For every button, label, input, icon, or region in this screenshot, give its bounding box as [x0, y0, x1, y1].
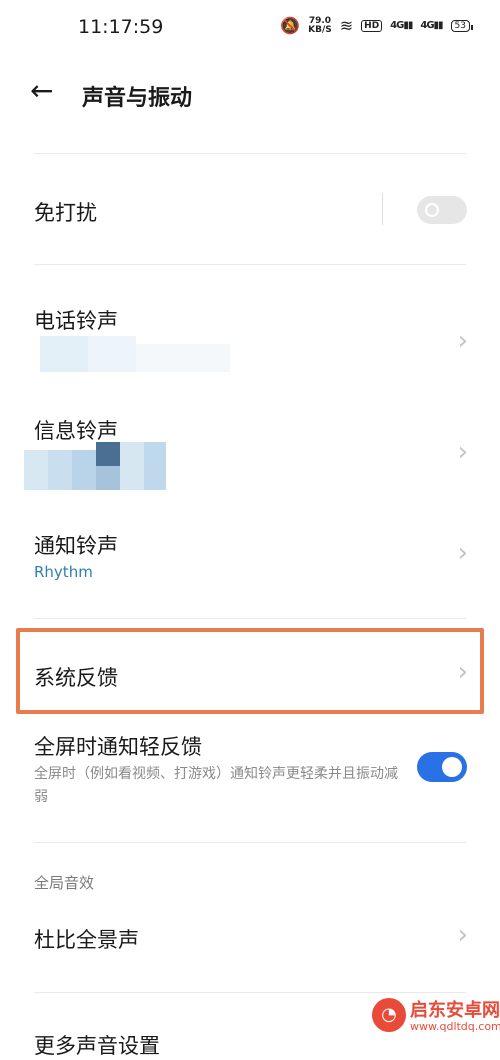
- sim2-label: 4G: [420, 20, 434, 31]
- blurred-value: [40, 336, 230, 376]
- battery-level: 53: [454, 20, 466, 31]
- watermark: ◔ 启东安卓网 www.qdltdq.com: [370, 996, 500, 1042]
- divider: [34, 153, 466, 154]
- toggle-knob: [442, 757, 462, 777]
- blurred-value: [24, 442, 166, 490]
- wifi-icon: ≋: [339, 16, 354, 35]
- chevron-right-icon: ›: [457, 437, 468, 467]
- network-speed: 79.0 KB/S: [308, 16, 332, 35]
- section-label-global-sound: 全局音效: [34, 874, 95, 892]
- divider: [34, 264, 466, 265]
- divider: [34, 842, 466, 843]
- divider: [34, 618, 466, 619]
- chevron-right-icon: ›: [457, 326, 468, 356]
- dnd-toggle[interactable]: [417, 196, 467, 224]
- page-title: 声音与振动: [82, 86, 193, 111]
- vertical-divider: [382, 193, 383, 225]
- status-bar: 11:17:59 🔕 79.0 KB/S ≋ HD 4G▮▮ 4G▮▮ 53: [0, 0, 500, 60]
- toggle-knob: [425, 203, 439, 217]
- notification-ringtone-title: 通知铃声: [34, 534, 118, 558]
- battery-icon: 53: [450, 19, 474, 32]
- signal-sim1-icon: 4G▮▮: [390, 20, 413, 31]
- bell-muted-icon: 🔕: [280, 16, 301, 35]
- dolby-title: 杜比全景声: [34, 928, 139, 952]
- message-ringtone-title: 信息铃声: [34, 419, 118, 443]
- more-sound-settings-title[interactable]: 更多声音设置: [34, 1030, 160, 1060]
- hd-badge: HD: [361, 19, 383, 32]
- divider: [34, 992, 466, 993]
- notification-ringtone-value: Rhythm: [34, 563, 93, 581]
- watermark-logo-icon: ◔: [372, 998, 406, 1032]
- chevron-right-icon: ›: [457, 920, 468, 950]
- sim1-label: 4G: [390, 20, 404, 31]
- signal-sim2-icon: 4G▮▮: [420, 20, 443, 31]
- fullscreen-feedback-toggle[interactable]: [417, 752, 467, 782]
- header: ← 声音与振动: [0, 70, 500, 120]
- fullscreen-feedback-title: 全屏时通知轻反馈: [34, 735, 202, 759]
- speed-unit: KB/S: [308, 24, 332, 35]
- fullscreen-feedback-description: 全屏时（例如看视频、打游戏）通知铃声更轻柔并且振动减弱: [34, 766, 398, 805]
- phone-ringtone-title: 电话铃声: [34, 309, 118, 333]
- watermark-name: 启东安卓网: [410, 1000, 500, 1021]
- chevron-right-icon: ›: [457, 538, 468, 568]
- dnd-title: 免打扰: [34, 201, 97, 225]
- arrow-left-icon[interactable]: ←: [30, 76, 53, 106]
- watermark-url: www.qdltdq.com: [410, 1020, 500, 1033]
- status-icons: 🔕 79.0 KB/S ≋ HD 4G▮▮ 4G▮▮ 53: [280, 16, 474, 35]
- status-time: 11:17:59: [78, 16, 164, 38]
- highlight-box: [16, 628, 484, 714]
